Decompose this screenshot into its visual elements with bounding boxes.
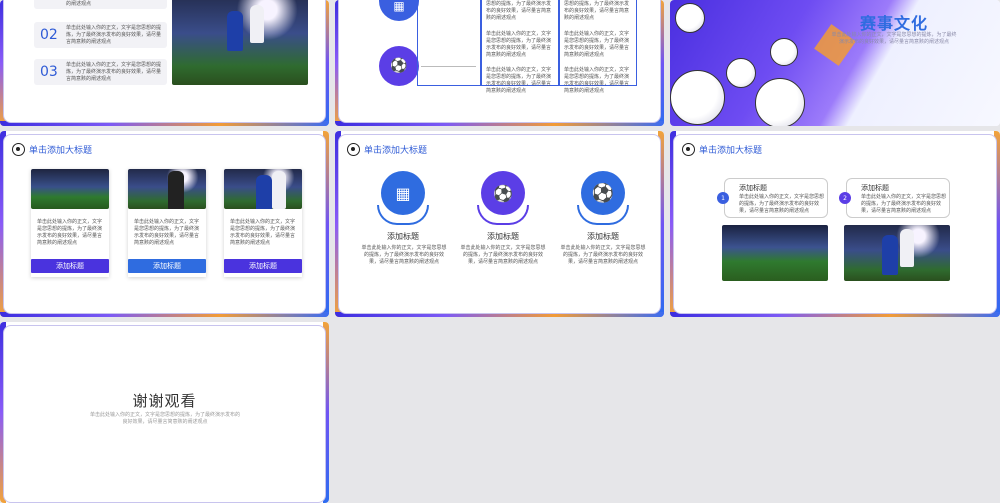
text-box-2: 添加标题 单击此处输入你的正文，文字是您思想的提炼，为了最终演示发布的良好效果，… bbox=[846, 178, 950, 218]
slide-header-title: 单击添加大标题 bbox=[699, 146, 763, 156]
slide-header: 单击添加大标题 bbox=[682, 143, 762, 156]
soccer-ball-icon bbox=[12, 143, 25, 156]
col1-text-3: 单击此处输入你的正文，文字是您思想的提炼，为了最终演示发布的良好效果，请尽量言简… bbox=[486, 67, 552, 94]
card-2-add-title-button[interactable]: 添加标题 bbox=[128, 259, 206, 273]
slide-header: 单击添加大标题 bbox=[12, 143, 92, 156]
content-box: 思想的提炼，为了最终演示发布的良好效果，请尽量言简意赅的阐述观点 单击此处输入你… bbox=[417, 0, 637, 94]
cover-subtitle: 单击此处输入你的正文，文字是您思想的提炼，为了最终演示发布的良好效果，请尽量言简… bbox=[831, 32, 957, 45]
row-2-number: 02 bbox=[40, 27, 58, 43]
col1-text-2: 单击此处输入你的正文，文字是您思想的提炼，为了最终演示发布的良好效果，请尽量言简… bbox=[486, 31, 552, 58]
soccer-ball-icon bbox=[770, 38, 798, 66]
step-badge-1: 1 bbox=[717, 192, 729, 204]
soccer-ball-icon bbox=[726, 58, 756, 88]
soccer-ball-icon bbox=[682, 143, 695, 156]
card-3: 单击此处输入你的正文，文字是您思想的提炼，为了最终演示发布的良好效果，请尽量言简… bbox=[224, 169, 302, 277]
card-2-text: 单击此处输入你的正文，文字是您思想的提炼，为了最终演示发布的良好效果，请尽量言简… bbox=[134, 219, 200, 246]
slide-header-title: 单击添加大标题 bbox=[364, 146, 428, 156]
col2-text-3: 单击此处输入你的正文，文字是您思想的提炼，为了最终演示发布的良好效果，请尽量言简… bbox=[564, 67, 630, 94]
card-3-add-title-button[interactable]: 添加标题 bbox=[224, 259, 302, 273]
col2-text-2: 单击此处输入你的正文，文字是您思想的提炼，为了最终演示发布的良好效果，请尽量言简… bbox=[564, 31, 630, 58]
arc-decor bbox=[577, 205, 629, 225]
slide-thumbnail-7[interactable]: 谢谢观看 单击此处输入你的正文，文字是您思想的提炼，为了最终演示发布的良好效果，… bbox=[0, 322, 329, 503]
row-3-text: 单击此处输入你的正文，文字是您思想的提炼，为了最终演示发布的良好效果，请尽量言简… bbox=[66, 62, 162, 82]
slide-header-title: 单击添加大标题 bbox=[29, 146, 93, 156]
soccer-ball-icon bbox=[675, 3, 705, 33]
soccer-ball-icon bbox=[670, 70, 725, 125]
box-1-title: 添加标题 bbox=[739, 184, 767, 192]
arc-decor bbox=[477, 205, 529, 225]
item-1-text: 单击此处输入你的正文，文字是您思想的提炼，为了最终演示发布的良好效果，请尽量言简… bbox=[361, 245, 447, 265]
col2-text-1: 思想的提炼，为了最终演示发布的良好效果，请尽量言简意赅的阐述观点 bbox=[564, 1, 630, 21]
arc-decor bbox=[377, 205, 429, 225]
slide-thumbnail-4[interactable]: 单击添加大标题 单击此处输入你的正文，文字是您思想的提炼，为了最终演示发布的良好… bbox=[0, 131, 329, 317]
slide-thumbnail-2[interactable]: ▦ ⚽ 思想的提炼，为了最终演示发布的良好效果，请尽量言简意赅的阐述观点 单击此… bbox=[335, 0, 664, 126]
player-kick-photo bbox=[128, 169, 206, 209]
item-2-title: 添加标题 bbox=[487, 232, 519, 241]
soccer-players-photo bbox=[844, 225, 950, 281]
text-box-1: 添加标题 单击此处输入你的正文，文字是您思想的提炼，为了最终演示发布的良好效果，… bbox=[724, 178, 828, 218]
goal-net-icon: ▦ bbox=[379, 0, 419, 21]
row-2-text: 单击此处输入你的正文，文字是您思想的提炼，为了最终演示发布的良好效果，请尽量言简… bbox=[66, 25, 162, 45]
slide-header: 单击添加大标题 bbox=[347, 143, 427, 156]
row-2: 02 单击此处输入你的正文，文字是您思想的提炼，为了最终演示发布的良好效果，请尽… bbox=[34, 22, 167, 48]
col1-text-1: 思想的提炼，为了最终演示发布的良好效果，请尽量言简意赅的阐述观点 bbox=[486, 1, 552, 21]
slide-thumbnail-5[interactable]: 单击添加大标题 ▦ 添加标题 单击此处输入你的正文，文字是您思想的提炼，为了最终… bbox=[335, 131, 664, 317]
slide-thumbnail-3[interactable]: 赛事文化 单击此处输入你的正文，文字是您思想的提炼，为了最终演示发布的良好效果，… bbox=[670, 0, 1000, 126]
row-1-text: 的阐述观点 bbox=[66, 1, 92, 7]
column-divider-2 bbox=[558, 0, 560, 85]
card-1: 单击此处输入你的正文，文字是您思想的提炼，为了最终演示发布的良好效果，请尽量言简… bbox=[31, 169, 109, 277]
card-1-add-title-button[interactable]: 添加标题 bbox=[31, 259, 109, 273]
item-2-text: 单击此处输入你的正文，文字是您思想的提炼，为了最终演示发布的良好效果，请尽量言简… bbox=[460, 245, 546, 265]
box-2-text: 单击此处输入你的正文，文字是您思想的提炼，为了最终演示发布的良好效果，请尽量言简… bbox=[861, 194, 947, 214]
box-2-title: 添加标题 bbox=[861, 184, 889, 192]
slide-thumbnail-1[interactable]: 的阐述观点 02 单击此处输入你的正文，文字是您思想的提炼，为了最终演示发布的良… bbox=[0, 0, 329, 126]
soccer-players-photo bbox=[172, 0, 308, 85]
soccer-ball-icon bbox=[755, 78, 805, 126]
cover-title: 赛事文化 bbox=[860, 14, 929, 33]
item-1-title: 添加标题 bbox=[387, 232, 419, 241]
card-1-text: 单击此处输入你的正文，文字是您思想的提炼，为了最终演示发布的良好效果，请尽量言简… bbox=[37, 219, 103, 246]
row-3-number: 03 bbox=[40, 64, 58, 80]
row-1-partial: 的阐述观点 bbox=[34, 0, 167, 9]
step-badge-2: 2 bbox=[839, 192, 851, 204]
row-3: 03 单击此处输入你的正文，文字是您思想的提炼，为了最终演示发布的良好效果，请尽… bbox=[34, 59, 167, 85]
column-divider-1 bbox=[480, 0, 482, 85]
card-2: 单击此处输入你的正文，文字是您思想的提炼，为了最终演示发布的良好效果，请尽量言简… bbox=[128, 169, 206, 277]
soccer-ball-icon bbox=[347, 143, 360, 156]
thanks-title: 谢谢观看 bbox=[132, 392, 197, 410]
item-3-text: 单击此处输入你的正文，文字是您思想的提炼，为了最终演示发布的良好效果，请尽量言简… bbox=[560, 245, 646, 265]
thanks-subtitle: 单击此处输入你的正文，文字是您思想的提炼，为了最终演示发布的良好效果，请尽量言简… bbox=[90, 412, 241, 425]
box-1-text: 单击此处输入你的正文，文字是您思想的提炼，为了最终演示发布的良好效果，请尽量言简… bbox=[739, 194, 825, 214]
stadium-photo bbox=[722, 225, 828, 281]
soccer-players-photo bbox=[224, 169, 302, 209]
stadium-photo bbox=[31, 169, 109, 209]
item-3-title: 添加标题 bbox=[587, 232, 619, 241]
ball-net-icon: ⚽ bbox=[379, 46, 419, 86]
card-3-text: 单击此处输入你的正文，文字是您思想的提炼，为了最终演示发布的良好效果，请尽量言简… bbox=[230, 219, 296, 246]
slide-thumbnail-6[interactable]: 单击添加大标题 添加标题 单击此处输入你的正文，文字是您思想的提炼，为了最终演示… bbox=[670, 131, 1000, 317]
